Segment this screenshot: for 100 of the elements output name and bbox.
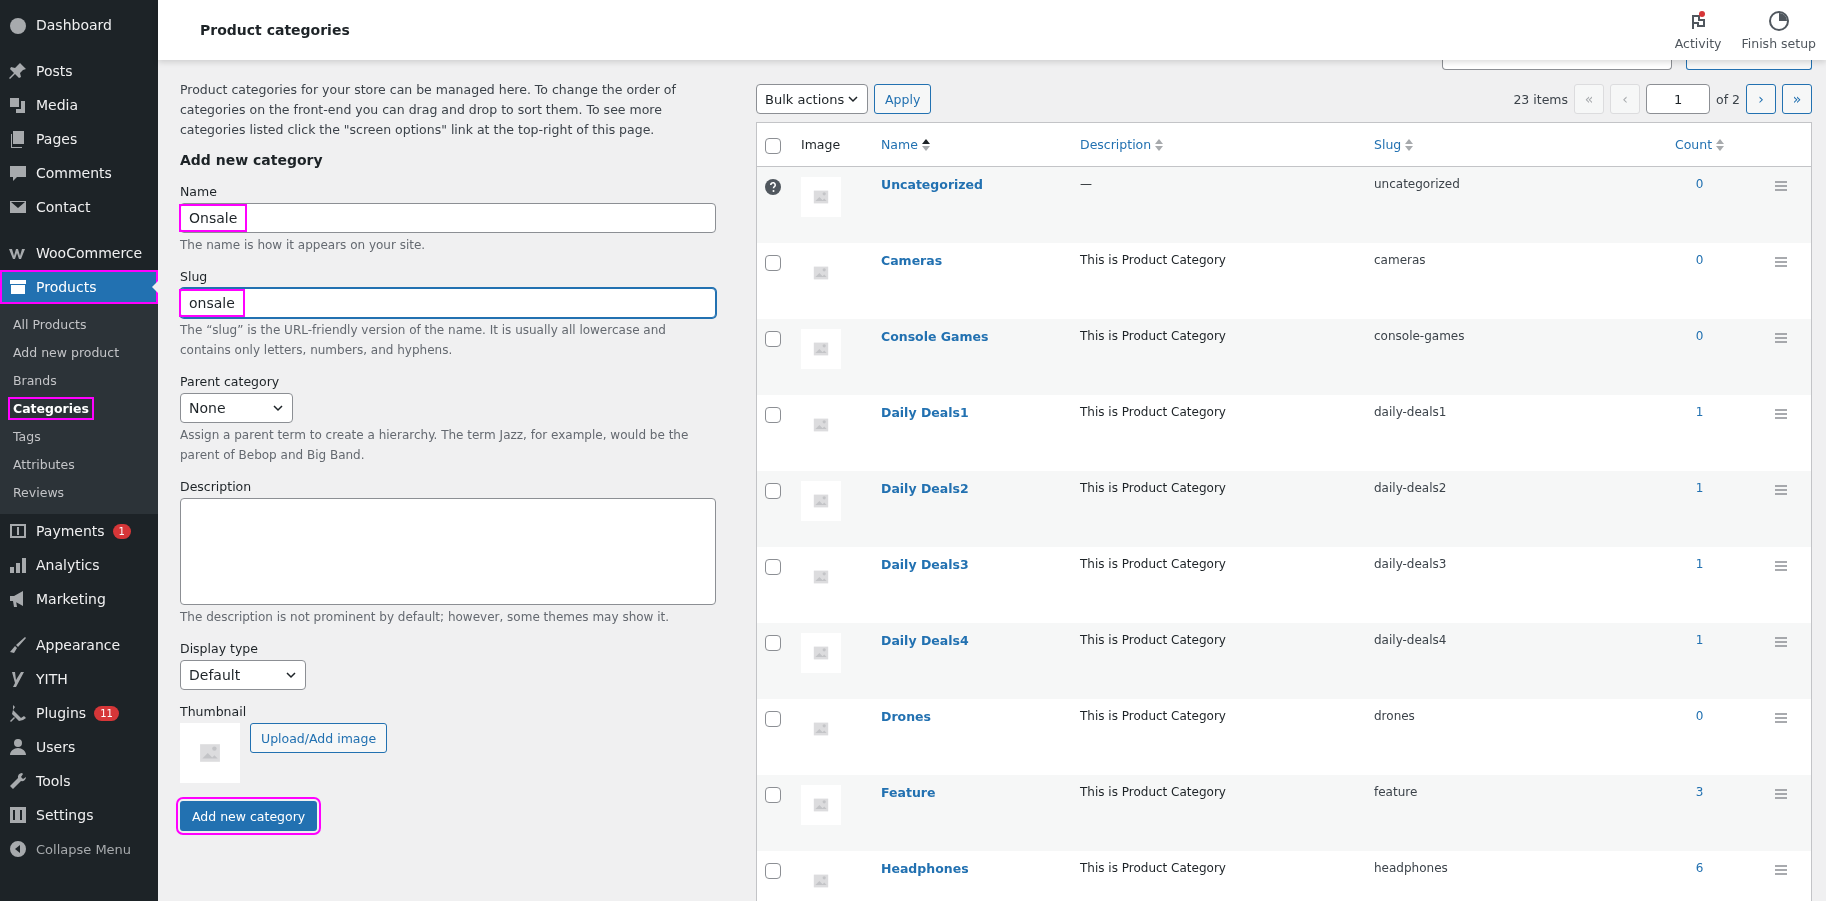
category-name-link[interactable]: Daily Deals4	[881, 633, 1080, 648]
drag-handle-icon[interactable]	[1775, 637, 1787, 647]
sidebar-item[interactable]: Contact	[0, 190, 158, 224]
submenu-item[interactable]: Brands	[0, 366, 158, 394]
drag-handle-icon[interactable]	[1775, 181, 1787, 191]
page-field[interactable]: 1	[1646, 84, 1710, 114]
drag-handle-icon[interactable]	[1775, 865, 1787, 875]
sidebar-item[interactable]: Dashboard	[0, 8, 158, 42]
row-checkbox[interactable]	[765, 863, 781, 879]
drag-handle-icon[interactable]	[1775, 789, 1787, 799]
name-field[interactable]: Onsale	[180, 203, 716, 233]
sidebar-item[interactable]: YITH	[0, 662, 158, 696]
description-cell-text: This is Product Category	[1080, 709, 1227, 723]
category-name-link[interactable]: Daily Deals3	[881, 557, 1080, 572]
chevron-down-icon	[847, 93, 859, 105]
select-all-checkbox[interactable]	[765, 137, 781, 154]
row-checkbox[interactable]	[765, 635, 781, 651]
column-header[interactable]: Image	[801, 137, 881, 152]
form-heading: Add new category	[180, 152, 324, 168]
next-page-button[interactable]: ›	[1746, 84, 1776, 114]
description-cell-text: This is Product Category	[1080, 405, 1227, 419]
image-placeholder-icon	[813, 417, 829, 433]
sidebar-item[interactable]: WooCommerce	[0, 236, 158, 270]
row-checkbox[interactable]	[765, 711, 781, 727]
sidebar-item[interactable]: Media	[0, 88, 158, 122]
submenu-item[interactable]: Categories	[0, 394, 158, 422]
header-action[interactable]: Activity	[1664, 0, 1732, 60]
sidebar-item[interactable]: Payments 1	[0, 514, 158, 548]
row-checkbox[interactable]	[765, 787, 781, 803]
description-field[interactable]	[180, 498, 716, 605]
submenu-item[interactable]: Reviews	[0, 478, 158, 506]
image-placeholder-icon	[813, 189, 829, 205]
row-checkbox[interactable]	[765, 255, 781, 271]
drag-handle-icon[interactable]	[1775, 409, 1787, 419]
column-header[interactable]: Slug	[1374, 137, 1624, 152]
items-count: 23 items	[1513, 91, 1568, 107]
slug-field[interactable]: onsale	[180, 288, 716, 318]
column-header[interactable]: Name	[881, 137, 1080, 152]
sidebar-item[interactable]: Pages	[0, 122, 158, 156]
sidebar-item[interactable]: Collapse Menu	[0, 832, 158, 866]
submenu-item[interactable]: Tags	[0, 422, 158, 450]
category-name-link[interactable]: Daily Deals1	[881, 405, 1080, 420]
count-link[interactable]: 0	[1624, 709, 1775, 723]
row-checkbox[interactable]	[765, 331, 781, 347]
slug-cell-text: drones	[1374, 709, 1416, 723]
category-name-link[interactable]: Feature	[881, 785, 1080, 800]
slug-cell-text: daily-deals4	[1374, 633, 1448, 647]
count-link[interactable]: 1	[1624, 557, 1775, 571]
sidebar-item[interactable]: Users	[0, 730, 158, 764]
category-name-link[interactable]: Daily Deals2	[881, 481, 1080, 496]
sidebar-item[interactable]: Tools	[0, 764, 158, 798]
bulk-actions-select[interactable]: Bulk actions	[756, 84, 868, 114]
column-header[interactable]: Description	[1080, 137, 1374, 152]
submenu-item[interactable]: All Products	[0, 310, 158, 338]
count-link[interactable]: 0	[1624, 253, 1775, 267]
count-link[interactable]: 1	[1624, 633, 1775, 647]
last-page-button[interactable]: »	[1782, 84, 1812, 114]
drag-handle-icon[interactable]	[1775, 713, 1787, 723]
count-link[interactable]: 6	[1624, 861, 1775, 875]
field-label: Name	[180, 184, 218, 199]
count-link[interactable]: 1	[1624, 405, 1775, 419]
row-checkbox[interactable]	[765, 483, 781, 499]
category-name-link[interactable]: Console Games	[881, 329, 1080, 344]
chevron-down-icon	[285, 669, 297, 681]
count-link[interactable]: 0	[1624, 177, 1775, 191]
submenu-item[interactable]: Add new product	[0, 338, 158, 366]
sidebar-item[interactable]: Appearance	[0, 628, 158, 662]
slug-cell-text: daily-deals2	[1374, 481, 1448, 495]
sidebar-item[interactable]: Comments	[0, 156, 158, 190]
category-name-link[interactable]: Cameras	[881, 253, 1080, 268]
apply-button[interactable]: Apply	[874, 84, 932, 114]
wrench-icon	[8, 771, 28, 791]
sidebar-item[interactable]: Posts	[0, 54, 158, 88]
parent-select[interactable]: None	[180, 393, 293, 423]
category-name-link[interactable]: Drones	[881, 709, 1080, 724]
drag-handle-icon[interactable]	[1775, 485, 1787, 495]
category-name-link[interactable]: Headphones	[881, 861, 1080, 876]
category-name-link[interactable]: Uncategorized	[881, 177, 1080, 192]
drag-handle-icon[interactable]	[1775, 561, 1787, 571]
count-link[interactable]: 0	[1624, 329, 1775, 343]
sidebar-item[interactable]: Plugins 11	[0, 696, 158, 730]
sidebar-item[interactable]: Products	[0, 270, 158, 304]
search-field[interactable]	[1442, 60, 1672, 70]
sidebar-item[interactable]: Marketing	[0, 582, 158, 616]
drag-handle-icon[interactable]	[1775, 333, 1787, 343]
count-link[interactable]: 3	[1624, 785, 1775, 799]
submenu-item[interactable]: Attributes	[0, 450, 158, 478]
search-button[interactable]	[1686, 60, 1812, 70]
row-checkbox[interactable]	[765, 559, 781, 575]
count-link[interactable]: 1	[1624, 481, 1775, 495]
sidebar-item[interactable]: Settings	[0, 798, 158, 832]
header-action[interactable]: Finish setup	[1731, 0, 1826, 60]
upload-button[interactable]: Upload/Add image	[250, 723, 388, 753]
column-header[interactable]: Count	[1674, 137, 1725, 152]
count-badge: 1	[112, 523, 131, 539]
display-type-select[interactable]: Default	[180, 660, 306, 690]
drag-handle-icon[interactable]	[1775, 257, 1787, 267]
sidebar-item[interactable]: Analytics	[0, 548, 158, 582]
image-placeholder-icon	[813, 797, 829, 813]
row-checkbox[interactable]	[765, 407, 781, 423]
